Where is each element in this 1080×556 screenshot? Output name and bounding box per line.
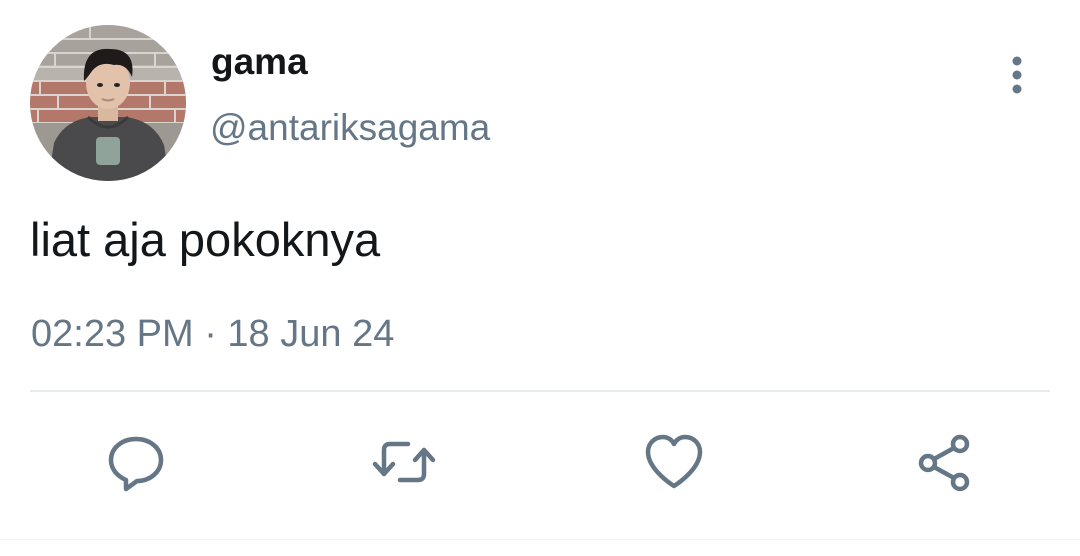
- reply-button[interactable]: [104, 430, 168, 494]
- retweet-button[interactable]: [372, 430, 436, 494]
- tweet-timestamp[interactable]: 02:23 PM · 18 Jun 24: [31, 311, 394, 357]
- retweet-icon: [372, 441, 436, 483]
- more-options-button[interactable]: [997, 52, 1037, 98]
- bottom-edge: [0, 539, 1080, 556]
- share-button[interactable]: [912, 430, 976, 494]
- like-button[interactable]: [642, 430, 706, 494]
- heart-icon: [645, 434, 703, 489]
- divider: [30, 390, 1050, 392]
- reply-icon: [108, 436, 164, 492]
- more-vertical-icon: [1012, 56, 1022, 94]
- avatar[interactable]: [30, 25, 186, 181]
- tweet-text: liat aja pokoknya: [30, 213, 381, 266]
- share-icon: [918, 434, 970, 492]
- user-handle[interactable]: @antariksagama: [210, 106, 490, 150]
- avatar-photo: [30, 25, 186, 181]
- display-name[interactable]: gama: [211, 40, 308, 84]
